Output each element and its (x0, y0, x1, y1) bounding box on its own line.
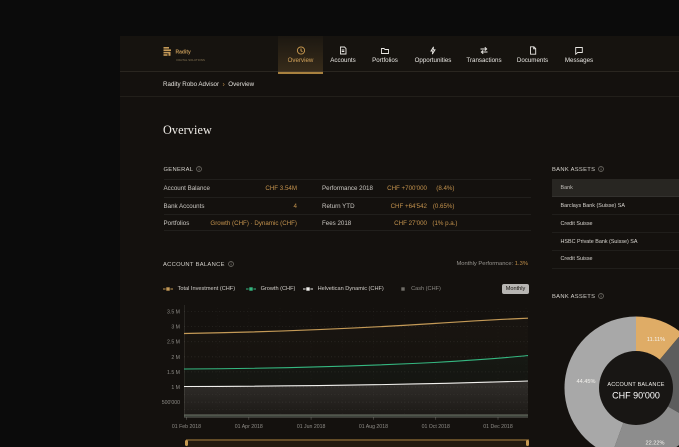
svg-text:01 Dec 2018: 01 Dec 2018 (483, 424, 513, 430)
svg-text:22.22%: 22.22% (646, 441, 665, 447)
svg-text:1.5 M: 1.5 M (167, 370, 180, 376)
svg-text:500'000: 500'000 (162, 400, 180, 406)
svg-text:01 Aug 2018: 01 Aug 2018 (359, 424, 388, 430)
svg-text:01 Feb 2018: 01 Feb 2018 (172, 424, 201, 430)
svg-text:01 Apr 2018: 01 Apr 2018 (235, 424, 263, 430)
svg-text:11.11%: 11.11% (647, 337, 665, 343)
svg-text:Radity: Radity (176, 50, 192, 56)
svg-text:01 Jun 2018: 01 Jun 2018 (297, 424, 326, 430)
svg-text:44.45%: 44.45% (577, 379, 596, 385)
svg-text:1 M: 1 M (171, 385, 180, 391)
svg-text:2.5 M: 2.5 M (167, 340, 180, 346)
svg-text:3.5 M: 3.5 M (167, 310, 180, 316)
svg-text:CHF 90'000: CHF 90'000 (612, 391, 660, 401)
svg-text:ACCOUNT BALANCE: ACCOUNT BALANCE (607, 382, 664, 388)
svg-text:2 M: 2 M (171, 355, 180, 361)
svg-text:3 M: 3 M (171, 325, 180, 331)
svg-text:01 Oct 2018: 01 Oct 2018 (422, 424, 450, 430)
